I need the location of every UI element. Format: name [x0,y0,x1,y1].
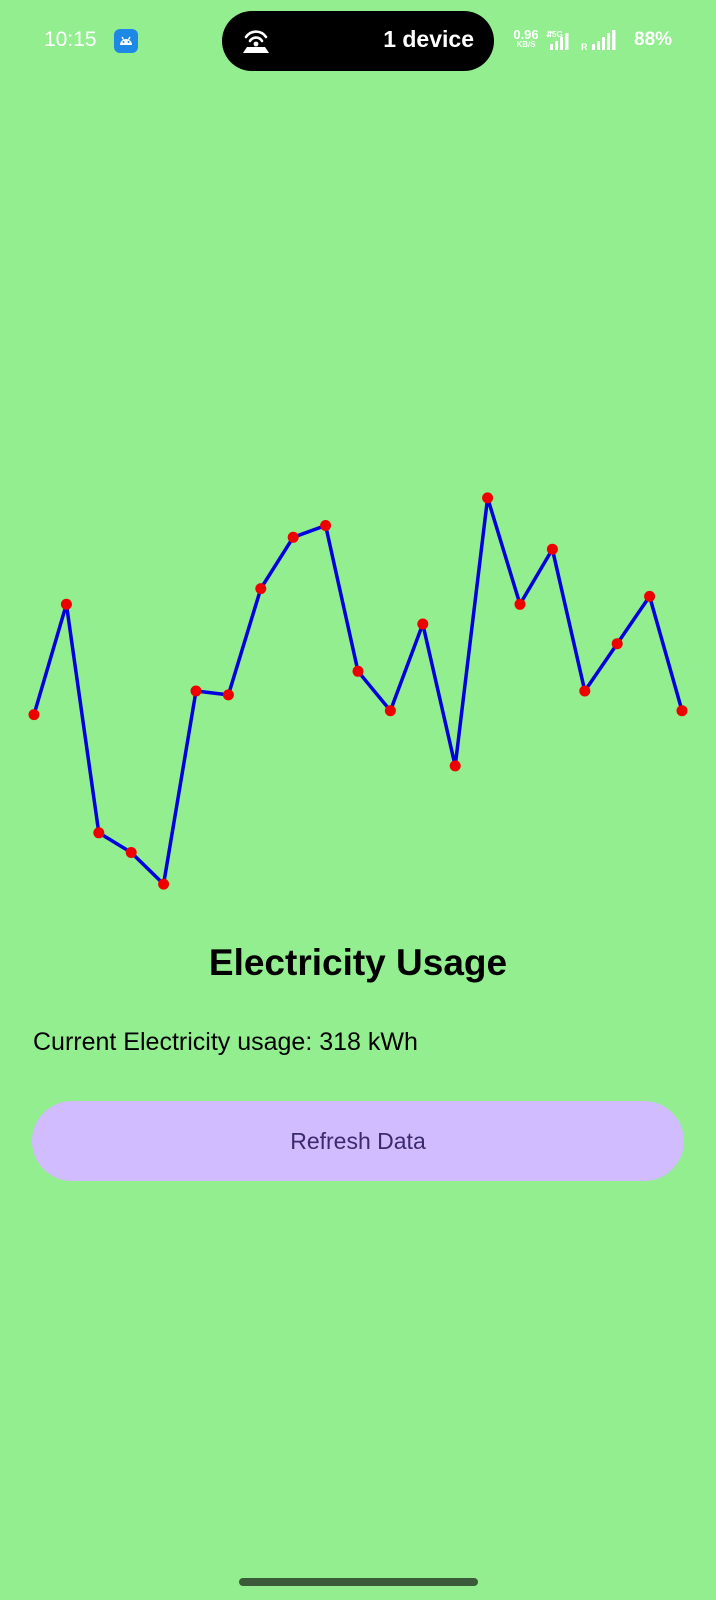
data-point [546,543,558,555]
data-point [579,685,591,697]
status-bar: 10:15 1 device 0.96 KB/S ⇵ 5G R 88% [0,0,716,80]
data-point [60,598,72,610]
data-point [676,705,688,717]
data-point [190,685,202,697]
data-point [320,520,332,531]
refresh-data-button[interactable]: Refresh Data [32,1101,684,1181]
data-point [644,590,656,602]
data-point [28,709,40,721]
signal-5g-icon: ⇵ 5G [546,30,569,50]
data-point [417,618,429,630]
data-point [514,598,526,610]
data-point [449,760,461,772]
data-point [255,583,267,595]
status-time: 10:15 [44,28,97,51]
svg-text:R: R [581,42,588,52]
network-speed-unit: KB/S [516,40,536,49]
data-point [287,531,299,543]
device-connection-pill[interactable]: 1 device [222,11,494,71]
android-notification-icon [114,29,138,53]
chart-canvas [28,492,688,890]
data-point [611,638,623,650]
data-point [93,827,105,839]
data-point [158,878,170,890]
data-point [222,689,234,701]
data-point [125,847,137,858]
battery-level: 88% [634,29,673,50]
home-indicator[interactable] [239,1578,478,1586]
device-count-label: 1 device [383,26,474,52]
page-title: Electricity Usage [208,942,508,983]
usage-line-chart [0,440,716,910]
data-point [482,492,494,504]
data-point [352,665,364,677]
data-point [384,705,396,717]
signal-icons: ⇵ 5G R [546,28,634,54]
network-speed: 0.96 KB/S [506,28,546,49]
current-usage-text: Current Electricity usage: 318 kWh [33,1028,418,1056]
hotspot-icon [240,27,272,55]
roaming-signal-icon: R [581,30,616,52]
